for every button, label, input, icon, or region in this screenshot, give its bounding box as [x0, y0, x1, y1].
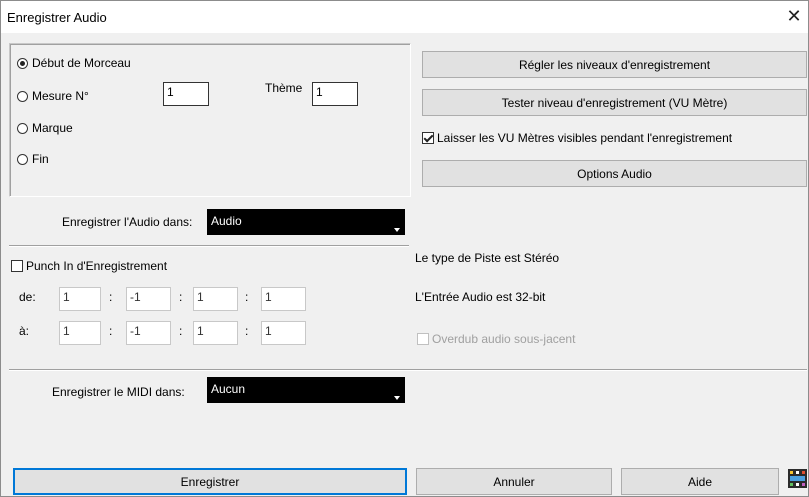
audio-options-button[interactable]: Options Audio — [422, 160, 807, 187]
radio-end-label: Fin — [32, 152, 49, 166]
theme-label: Thème — [265, 81, 303, 95]
record-button[interactable]: Enregistrer — [13, 468, 407, 495]
separator: : — [245, 290, 249, 304]
audio-target-label: Enregistrer l'Audio dans: — [62, 215, 193, 229]
keep-vu-visible-checkbox[interactable]: Laisser les VU Mètres visibles pendant l… — [422, 131, 732, 145]
punch-in-box[interactable] — [11, 260, 23, 272]
keep-vu-visible-label: Laisser les VU Mètres visibles pendant l… — [437, 131, 733, 145]
separator: : — [245, 324, 249, 338]
measure-input[interactable]: 1 — [163, 82, 209, 106]
chevron-down-icon — [394, 396, 400, 400]
to-label: à: — [19, 324, 30, 338]
separator: : — [179, 290, 183, 304]
radio-song-start[interactable]: Début de Morceau — [17, 56, 131, 70]
punch-in-label: Punch In d'Enregistrement — [26, 259, 168, 273]
from-tick-input[interactable]: 1 — [193, 287, 238, 311]
to-tick-input[interactable]: 1 — [193, 321, 238, 345]
radio-marker[interactable]: Marque — [17, 121, 73, 135]
set-levels-button[interactable]: Régler les niveaux d'enregistrement — [422, 51, 807, 78]
separator: : — [179, 324, 183, 338]
audio-input-text: L'Entrée Audio est 32-bit — [415, 290, 546, 304]
midi-target-dropdown[interactable]: Aucun — [207, 377, 405, 403]
from-label: de: — [19, 290, 36, 304]
to-sub-input[interactable]: 1 — [261, 321, 306, 345]
overdub-checkbox[interactable]: Overdub audio sous-jacent — [417, 332, 575, 346]
midi-target-label: Enregistrer le MIDI dans: — [52, 385, 185, 399]
test-level-button[interactable]: Tester niveau d'enregistrement (VU Mètre… — [422, 89, 807, 116]
radio-song-start-dot[interactable] — [17, 57, 28, 69]
title-bar: Enregistrer Audio ✕ — [1, 1, 808, 33]
separator: : — [109, 290, 113, 304]
radio-end[interactable]: Fin — [17, 152, 49, 166]
from-sub-input[interactable]: 1 — [261, 287, 306, 311]
radio-marker-label: Marque — [32, 121, 73, 135]
radio-song-start-label: Début de Morceau — [32, 56, 131, 70]
help-button[interactable]: Aide — [621, 468, 779, 495]
radio-measure-label: Mesure N° — [32, 89, 89, 103]
radio-marker-dot[interactable] — [17, 122, 28, 134]
from-beat-input[interactable]: -1 — [126, 287, 171, 311]
close-icon[interactable]: ✕ — [783, 5, 805, 27]
keep-vu-visible-box[interactable] — [422, 132, 434, 144]
radio-measure[interactable]: Mesure N° — [17, 89, 89, 103]
film-clapper-icon[interactable] — [788, 469, 807, 488]
to-beat-input[interactable]: -1 — [126, 321, 171, 345]
audio-target-value: Audio — [211, 214, 242, 228]
to-bar-input[interactable]: 1 — [59, 321, 101, 345]
track-type-text: Le type de Piste est Stéréo — [415, 251, 560, 265]
dialog-title: Enregistrer Audio — [7, 10, 107, 25]
audio-target-dropdown[interactable]: Audio — [207, 209, 405, 235]
overdub-box[interactable] — [417, 333, 429, 345]
divider — [9, 369, 807, 371]
radio-end-dot[interactable] — [17, 153, 28, 165]
separator: : — [109, 324, 113, 338]
from-bar-input[interactable]: 1 — [59, 287, 101, 311]
theme-input[interactable]: 1 — [312, 82, 358, 106]
midi-target-value: Aucun — [211, 382, 246, 396]
punch-in-checkbox[interactable]: Punch In d'Enregistrement — [11, 259, 167, 273]
record-audio-dialog: Enregistrer Audio ✕ Début de Morceau Mes… — [0, 0, 809, 497]
radio-measure-dot[interactable] — [17, 90, 28, 102]
overdub-label: Overdub audio sous-jacent — [432, 332, 576, 346]
cancel-button[interactable]: Annuler — [416, 468, 612, 495]
divider — [9, 245, 409, 247]
chevron-down-icon — [394, 228, 400, 232]
